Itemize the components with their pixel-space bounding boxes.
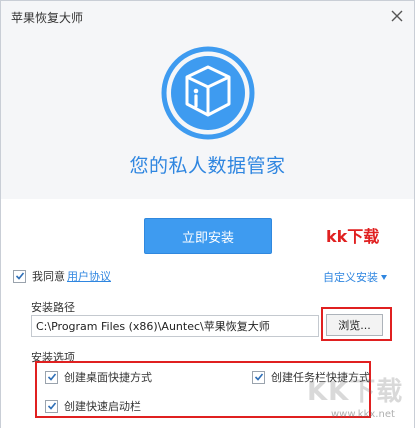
user-agreement-link[interactable]: 用户协议 [67, 268, 111, 284]
checkmark-icon [254, 373, 263, 381]
close-icon [391, 10, 403, 22]
slogan-text: 您的私人数据管家 [129, 155, 286, 177]
install-path-input[interactable] [31, 315, 319, 337]
window-title: 苹果恢复大师 [11, 11, 84, 25]
caret-down-icon [381, 274, 387, 280]
desktop-shortcut-checkbox[interactable] [45, 370, 58, 384]
installer-window: 苹果恢复大师 您的私人数据管家 立即安装 kk下载 我同意 用户协议 自定义安装 [0, 0, 415, 428]
agreement-checkbox[interactable] [13, 269, 26, 283]
watermark-overlay-label: kk下载 [326, 227, 380, 246]
custom-install-dropdown[interactable]: 自定义安装 [323, 269, 387, 285]
taskbar-shortcut-checkbox[interactable] [252, 370, 265, 384]
checkmark-icon [15, 272, 24, 280]
option-quick-launch[interactable]: 创建快速启动栏 [45, 398, 141, 414]
quick-launch-label: 创建快速启动栏 [64, 400, 141, 413]
checkmark-icon [47, 373, 56, 381]
cube-i-logo-icon [161, 46, 255, 140]
desktop-shortcut-label: 创建桌面快捷方式 [64, 371, 152, 384]
browse-button[interactable]: 浏览... [326, 314, 383, 336]
agreement-row: 我同意 用户协议 [13, 268, 111, 284]
install-path-label: 安装路径 [31, 301, 75, 314]
custom-install-label: 自定义安装 [323, 271, 378, 284]
title-bar[interactable]: 苹果恢复大师 [1, 1, 414, 31]
option-taskbar-shortcut[interactable]: 创建任务栏快捷方式 [252, 369, 370, 385]
checkmark-icon [47, 402, 56, 410]
agreement-label: 我同意 [32, 270, 65, 283]
option-desktop-shortcut[interactable]: 创建桌面快捷方式 [45, 369, 152, 385]
quick-launch-checkbox[interactable] [45, 399, 58, 413]
taskbar-shortcut-label: 创建任务栏快捷方式 [271, 371, 370, 384]
install-now-button[interactable]: 立即安装 [144, 218, 272, 254]
close-button[interactable] [386, 5, 408, 27]
